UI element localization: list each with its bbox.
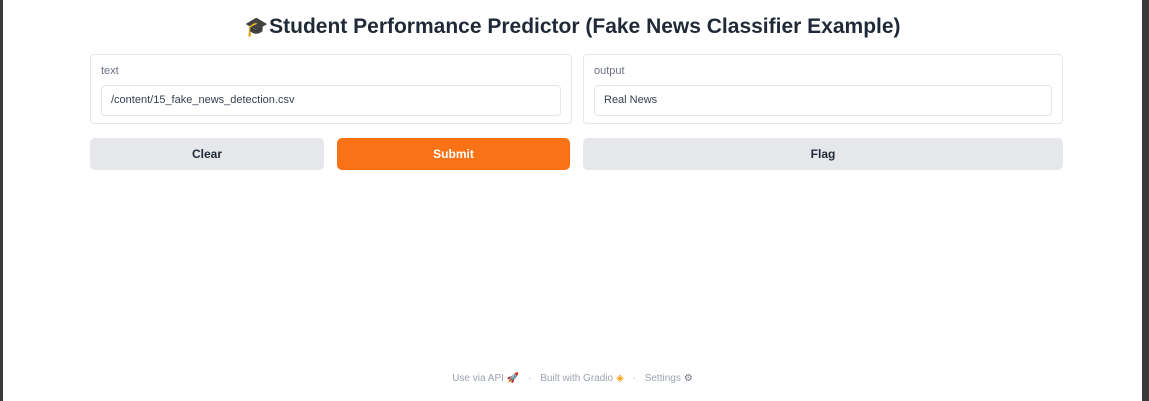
output-panel: output Real News [583,54,1063,124]
submit-button[interactable]: Submit [337,138,570,170]
gradio-logo-icon: ◈ [616,373,624,384]
rocket-icon: 🚀 [506,373,520,384]
use-via-api-link[interactable]: Use via API 🚀 [452,373,519,384]
use-via-api-label: Use via API [452,373,504,384]
graduation-cap-icon: 🎓 [244,17,269,38]
flag-button[interactable]: Flag [583,138,1063,170]
footer-separator: · [528,373,532,384]
clear-button[interactable]: Clear [90,138,324,170]
text-input[interactable]: /content/15_fake_news_detection.csv [101,85,561,116]
app-window: 🎓Student Performance Predictor (Fake New… [3,0,1142,401]
page-title-text: Student Performance Predictor (Fake News… [269,15,901,38]
output-label: output [594,65,625,77]
footer-separator: · [632,373,636,384]
built-with-gradio-link[interactable]: Built with Gradio ◈ [540,373,624,384]
settings-link[interactable]: Settings ⚙ [645,373,693,384]
built-with-gradio-label: Built with Gradio [540,373,614,384]
settings-label: Settings [644,373,681,384]
input-panel: text /content/15_fake_news_detection.csv [90,54,572,124]
input-label: text [101,65,119,77]
gear-icon: ⚙ [683,373,693,384]
footer: Use via API 🚀 · Built with Gradio ◈ · Sett… [3,371,1142,387]
output-field: Real News [594,85,1052,116]
page-title: 🎓Student Performance Predictor (Fake New… [3,12,1142,43]
